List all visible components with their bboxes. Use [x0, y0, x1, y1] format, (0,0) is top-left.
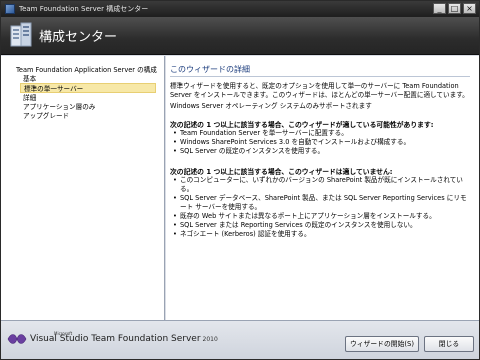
- os-note: Windows Server オペレーティング システムのみサポートされます: [170, 102, 372, 110]
- list-item: SQL Server または Reporting Services の既定のイン…: [170, 221, 472, 230]
- logo-microsoft: Microsoft: [54, 331, 73, 336]
- maximize-button[interactable]: □: [448, 3, 461, 14]
- list-item: SQL Server の既定のインスタンスを使用する。: [170, 147, 472, 156]
- list-item: このコンピューターに、いずれかのバージョンの SharePoint 製品が既にイ…: [170, 176, 472, 194]
- divider: [170, 76, 470, 77]
- window-title: Team Foundation Server 構成センター: [19, 5, 149, 13]
- close-button[interactable]: 閉じる: [424, 336, 474, 352]
- start-wizard-button[interactable]: ウィザードの開始(S): [345, 336, 419, 352]
- not-applicable-list: このコンピューターに、いずれかのバージョンの SharePoint 製品が既にイ…: [170, 176, 472, 239]
- header-title: 構成センター: [39, 30, 118, 45]
- footer: Microsoft Visual Studio Team Foundation S…: [1, 320, 479, 359]
- nav-item-upgrade[interactable]: アップグレード: [23, 111, 69, 121]
- close-window-button[interactable]: ×: [463, 3, 476, 14]
- intro-text: 標準ウィザードを使用すると、既定のオプションを使用して単一のサーバーに Team…: [170, 82, 469, 99]
- list-item: Windows SharePoint Services 3.0 を自動でインスト…: [170, 138, 472, 147]
- list-item: ネゴシエート (Kerberos) 認証を使用する。: [170, 230, 472, 239]
- nav-item-standard-single-server[interactable]: 標準の単一サーバー: [20, 83, 156, 93]
- content-pane: このウィザードの詳細 標準ウィザードを使用すると、既定のオプションを使用して単一…: [166, 56, 479, 320]
- list-item: SQL Server データベース、SharePoint 製品、または SQL …: [170, 194, 472, 212]
- navigation-pane: Team Foundation Application Server の構成 基…: [1, 56, 165, 320]
- applicable-list: Team Foundation Server を単一サーバーに配置する。 Win…: [170, 129, 472, 156]
- visual-studio-logo-icon: [7, 334, 27, 344]
- panel-title: このウィザードの詳細: [170, 65, 250, 74]
- minimize-button[interactable]: _: [433, 3, 446, 14]
- product-logo: Microsoft Visual Studio Team Foundation S…: [7, 331, 218, 346]
- logo-text: Microsoft Visual Studio Team Foundation S…: [30, 331, 201, 344]
- title-bar[interactable]: Team Foundation Server 構成センター _ □ ×: [1, 1, 479, 17]
- logo-year: 2010: [202, 335, 218, 343]
- list-item: Team Foundation Server を単一サーバーに配置する。: [170, 129, 472, 138]
- header-banner: 構成センター: [1, 17, 479, 55]
- window-controls: _ □ ×: [433, 3, 476, 14]
- applicable-title: 次の記述の 1 つ以上に該当する場合、このウィザードが適している可能性があります…: [170, 121, 434, 129]
- list-item: 既存の Web サイトまたは異なるポート上にアプリケーション層をインストールする…: [170, 212, 472, 221]
- nav-root-item[interactable]: Team Foundation Application Server の構成: [16, 64, 157, 74]
- app-icon: [5, 4, 15, 14]
- configuration-center-window: Team Foundation Server 構成センター _ □ × 構成セン…: [0, 0, 480, 360]
- not-applicable-title: 次の記述の 1 つ以上に該当する場合、このウィザードは適していません:: [170, 168, 393, 176]
- configuration-center-icon: [10, 22, 32, 47]
